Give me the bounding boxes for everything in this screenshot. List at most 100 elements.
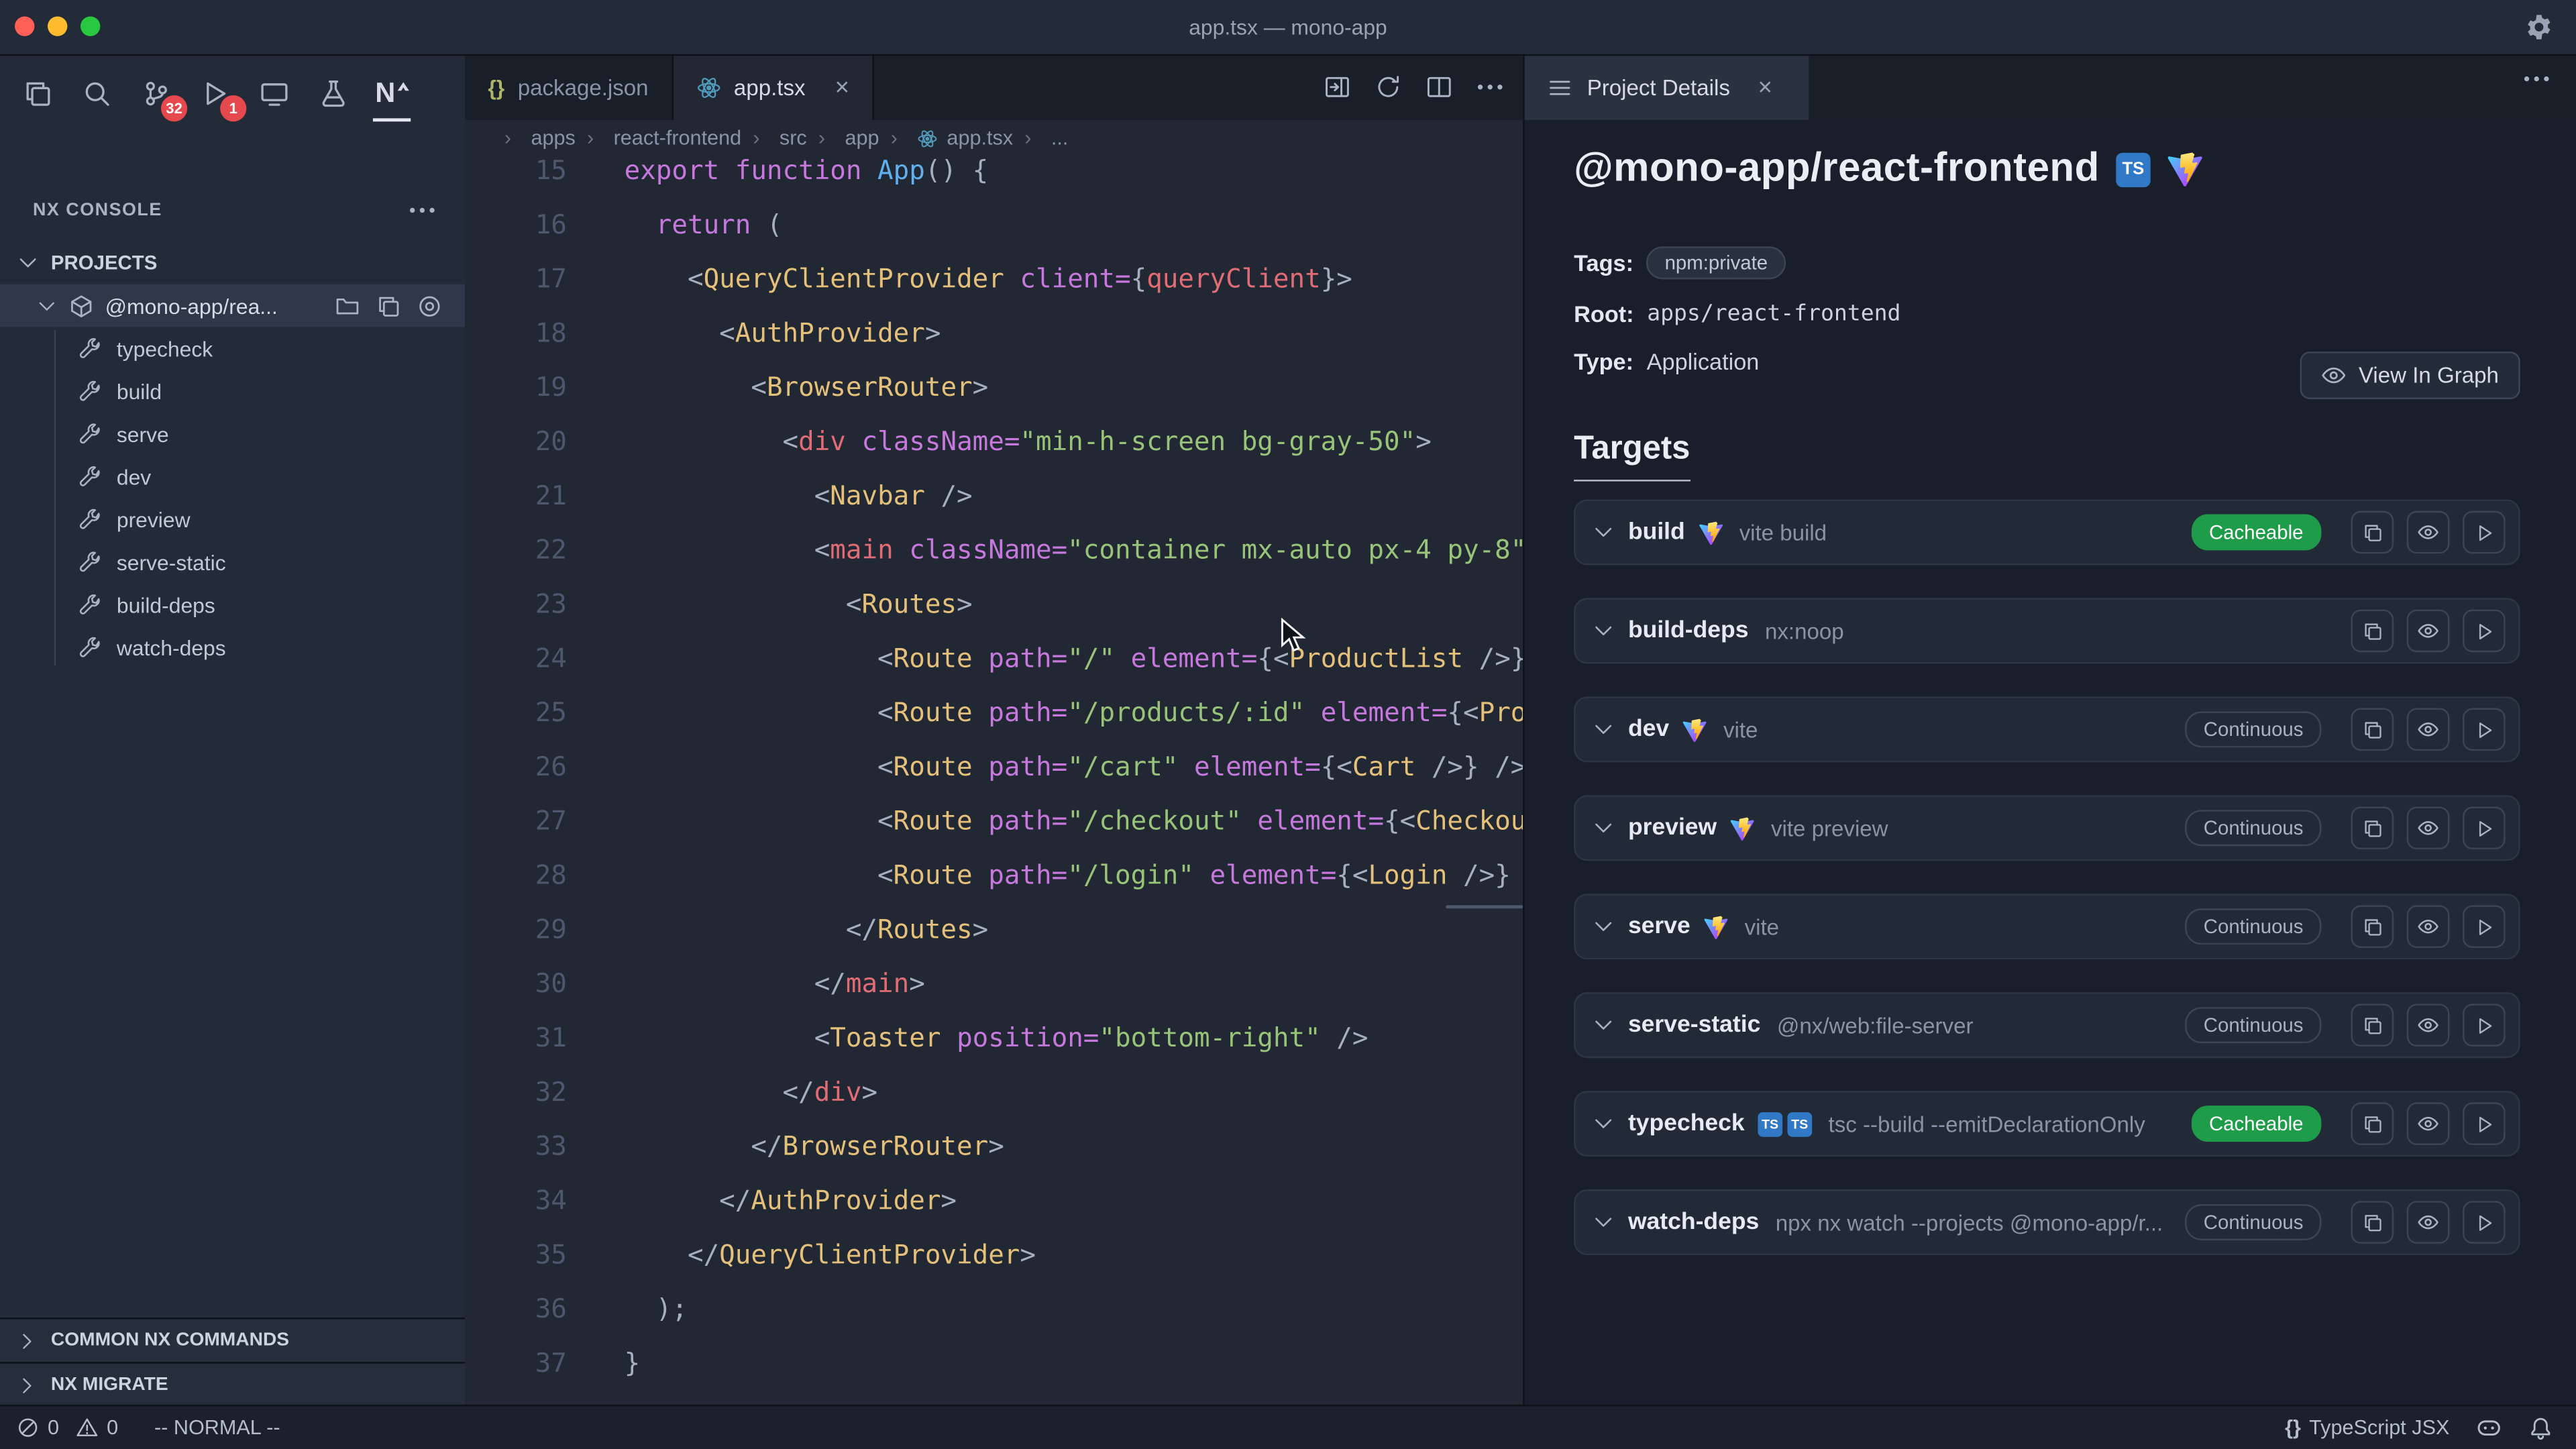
sidebar-target-item[interactable]: typecheck (0, 327, 465, 370)
target-icon[interactable] (417, 293, 442, 318)
source-control-icon[interactable]: 32 (135, 66, 176, 121)
copy-task-button[interactable] (2351, 806, 2394, 849)
code-line: 25 <Route path="/products/:id" element={… (465, 685, 1523, 739)
tab-app-tsx[interactable]: app.tsx × (673, 54, 874, 120)
split-editor-icon[interactable] (1324, 74, 1350, 100)
copilot-icon[interactable] (2476, 1415, 2502, 1441)
run-task-button[interactable] (2463, 610, 2506, 653)
target-card[interactable]: watch-deps npx nx watch --projects @mono… (1574, 1189, 2520, 1255)
view-task-button[interactable] (2407, 1201, 2450, 1244)
wrench-icon (79, 465, 102, 488)
chevron-down-icon (36, 295, 58, 317)
root-row: Root: apps/react-frontend (1574, 301, 2520, 327)
editor-scrollbar-horizontal[interactable] (1446, 905, 1523, 908)
language-indicator[interactable]: {} TypeScript JSX (2285, 1416, 2449, 1439)
code-line: 19 <BrowserRouter> (465, 360, 1523, 414)
target-name: dev (1628, 716, 1669, 743)
explorer-icon[interactable] (16, 66, 57, 121)
close-tab-icon[interactable]: × (1758, 73, 1772, 101)
tree-item-project[interactable]: @mono-app/rea... (0, 284, 465, 327)
run-task-button[interactable] (2463, 511, 2506, 554)
tab-project-details[interactable]: Project Details × (1525, 54, 1809, 120)
run-task-button[interactable] (2463, 708, 2506, 751)
copy-task-button[interactable] (2351, 1201, 2394, 1244)
problems-indicator[interactable]: 0 0 (16, 1416, 118, 1439)
chevron-down-icon[interactable] (1592, 1014, 1615, 1036)
copy-task-button[interactable] (2351, 905, 2394, 948)
search-icon[interactable] (76, 66, 117, 121)
section-nx-migrate[interactable]: NX MIGRATE (0, 1362, 465, 1406)
sidebar-target-item[interactable]: serve-static (0, 541, 465, 584)
more-actions-icon[interactable] (2524, 76, 2550, 83)
copy-task-button[interactable] (2351, 610, 2394, 653)
remote-explorer-icon[interactable] (253, 66, 294, 121)
chevron-down-icon[interactable] (1592, 1211, 1615, 1234)
close-tab-icon[interactable]: × (835, 74, 849, 99)
target-label: typecheck (117, 336, 213, 361)
sidebar-target-item[interactable]: watch-deps (0, 626, 465, 669)
testing-flask-icon[interactable] (312, 66, 353, 121)
run-task-button[interactable] (2463, 806, 2506, 849)
chevron-down-icon[interactable] (1592, 1112, 1615, 1135)
folder-icon[interactable] (335, 293, 360, 318)
debug-icon[interactable]: 1 (194, 66, 235, 121)
more-actions-icon[interactable] (409, 207, 435, 214)
view-task-button[interactable] (2407, 1102, 2450, 1145)
target-card[interactable]: dev vite Continuous (1574, 696, 2520, 762)
chevron-down-icon[interactable] (1592, 619, 1615, 642)
chevron-down-icon[interactable] (1592, 816, 1615, 839)
sidebar-target-item[interactable]: serve (0, 413, 465, 455)
copy-icon[interactable] (376, 293, 401, 318)
tree-section-projects[interactable]: PROJECTS (0, 241, 465, 284)
more-actions-icon[interactable] (1477, 84, 1503, 91)
nx-console-icon[interactable]: N (371, 66, 412, 121)
code-editor[interactable]: 15 export function App() { 16 return ( 1… (465, 143, 1523, 1406)
copy-task-button[interactable] (2351, 708, 2394, 751)
target-label: preview (117, 507, 191, 532)
view-in-graph-button[interactable]: View In Graph (2300, 352, 2520, 399)
run-task-button[interactable] (2463, 1201, 2506, 1244)
run-task-button[interactable] (2463, 1102, 2506, 1145)
target-card[interactable]: serve vite Continuous (1574, 894, 2520, 959)
sidebar-target-item[interactable]: build-deps (0, 583, 465, 626)
sidebar-target-item[interactable]: preview (0, 498, 465, 541)
chevron-down-icon[interactable] (1592, 718, 1615, 741)
view-task-button[interactable] (2407, 905, 2450, 948)
tags-row: Tags: npm:private (1574, 246, 2520, 279)
target-card[interactable]: typecheck TS TS tsc --build --emitDeclar… (1574, 1091, 2520, 1157)
run-task-button[interactable] (2463, 1004, 2506, 1046)
view-task-button[interactable] (2407, 806, 2450, 849)
project-targets-tree: typecheck build serve dev (0, 327, 465, 668)
settings-gear-icon[interactable] (2525, 13, 2553, 42)
line-number: 22 (465, 523, 567, 577)
copy-task-button[interactable] (2351, 1102, 2394, 1145)
target-card[interactable]: build vite build Cacheable (1574, 499, 2520, 565)
react-file-icon (696, 74, 721, 99)
section-common-nx-commands[interactable]: COMMON NX COMMANDS (0, 1318, 465, 1362)
target-name: typecheck (1628, 1111, 1745, 1137)
target-card[interactable]: preview vite preview Continuous (1574, 795, 2520, 861)
target-command: npx nx watch --projects @mono-app/r... (1776, 1210, 2186, 1235)
chevron-down-icon[interactable] (1592, 915, 1615, 938)
tab-package-json[interactable]: {} package.json (465, 54, 673, 120)
view-task-button[interactable] (2407, 1004, 2450, 1046)
target-card[interactable]: build-deps nx:noop (1574, 598, 2520, 663)
view-task-button[interactable] (2407, 708, 2450, 751)
refresh-icon[interactable] (1375, 74, 1401, 100)
split-columns-icon[interactable] (1426, 74, 1452, 100)
view-task-button[interactable] (2407, 511, 2450, 554)
sidebar-target-item[interactable]: build (0, 370, 465, 413)
run-task-button[interactable] (2463, 905, 2506, 948)
wrench-icon (79, 636, 102, 659)
target-card[interactable]: serve-static @nx/web:file-server Continu… (1574, 992, 2520, 1058)
sidebar-target-item[interactable]: dev (0, 455, 465, 498)
chevron-down-icon[interactable] (1592, 521, 1615, 543)
panel-tab-bar: Project Details × (1525, 54, 2576, 120)
code-text: <Route path="/cart" element={<Cart />} /… (625, 739, 1523, 794)
copy-task-button[interactable] (2351, 511, 2394, 554)
vim-mode-indicator[interactable]: -- NORMAL -- (154, 1416, 280, 1439)
notifications-bell-icon[interactable] (2528, 1415, 2553, 1440)
view-task-button[interactable] (2407, 610, 2450, 653)
copy-task-button[interactable] (2351, 1004, 2394, 1046)
target-command: @nx/web:file-server (1777, 1013, 2186, 1038)
